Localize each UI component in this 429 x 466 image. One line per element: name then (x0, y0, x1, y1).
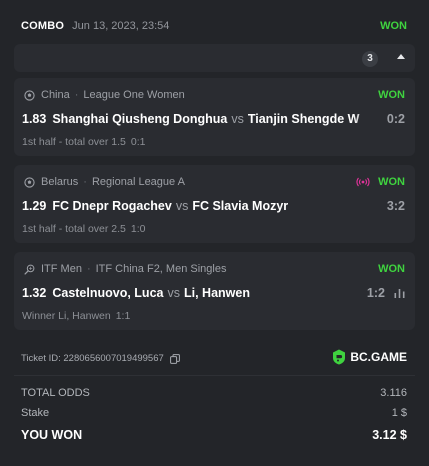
bet-market-name: Winner Li, Hanwen (22, 310, 111, 322)
bet-market-score: 1:0 (130, 223, 146, 235)
divider (14, 375, 415, 376)
payout-label: YOU WON (21, 428, 83, 442)
bet-market: 1st half - total over 2.5 1:0 (22, 223, 146, 235)
tennis-racket-icon (24, 264, 35, 275)
ticket-status-badge: WON (380, 20, 407, 32)
stake-label: Stake (21, 407, 50, 419)
bets-collapse-toggle[interactable]: 3 (14, 44, 415, 72)
ticket-id-suffix: 7 (158, 353, 164, 364)
bet-status-badge: WON (378, 176, 405, 188)
vs-label: vs (167, 286, 180, 300)
home-team: Castelnuovo, Luca (52, 286, 164, 300)
bet-league-header: Belarus · Regional League A WON (24, 175, 405, 189)
vs-label: vs (175, 199, 189, 213)
payout-row: YOU WON 3.12 $ (21, 428, 407, 442)
bet-odds: 1.32 (22, 286, 47, 300)
bet-sport: China (41, 89, 70, 101)
bet-item[interactable]: Belarus · Regional League A WON 1.29 FC … (14, 165, 415, 243)
bet-teams[interactable]: FC Dnepr Rogachev vs FC Slavia Mozyr (52, 199, 379, 213)
away-team: FC Slavia Mozyr (192, 199, 289, 213)
total-odds-row: TOTAL ODDS 3.116 (21, 387, 407, 399)
vs-label: vs (231, 112, 244, 126)
ticket-id-label: Ticket ID: 228065600701949956 (21, 353, 159, 364)
live-broadcast-icon (356, 177, 370, 187)
bet-league: League One Women (83, 89, 185, 101)
bet-event: 1.83 Shanghai Qiusheng Donghua vs Tianjin … (22, 110, 405, 128)
bet-sport: Belarus (41, 176, 79, 188)
total-odds-label: TOTAL ODDS (21, 387, 90, 399)
home-team: FC Dnepr Rogachev (52, 199, 172, 213)
bet-item[interactable]: ITF Men · ITF China F2, Men Singles WON … (14, 252, 415, 330)
ticket-header: COMBO Jun 13, 2023, 23:54 WON (21, 14, 407, 38)
stake-value: 1 $ (391, 407, 407, 419)
bc-game-logo-icon (333, 349, 346, 365)
payout-value: 3.12 $ (372, 428, 407, 442)
bet-date: Jun 13, 2023, 23:54 (72, 20, 170, 32)
bet-sport: ITF Men (41, 263, 82, 275)
bet-league-header: China · League One Women WON (24, 88, 405, 102)
soccer-ball-icon (24, 176, 35, 188)
bet-league-header: ITF Men · ITF China F2, Men Singles WON (24, 262, 405, 276)
stats-bars-icon[interactable] (394, 288, 405, 298)
bet-item[interactable]: China · League One Women WON 1.83 Shangh… (14, 78, 415, 156)
stake-row: Stake 1 $ (21, 407, 407, 419)
bet-score: 0:2 (386, 112, 405, 126)
brand-logo: BC.GAME (332, 349, 407, 365)
bet-type-label: COMBO (21, 20, 65, 32)
bet-score: 3:2 (386, 199, 405, 213)
soccer-ball-icon (24, 89, 35, 101)
ticket-id: Ticket ID: 228065600701949956 7 (21, 353, 180, 364)
bet-league: Regional League A (91, 176, 185, 188)
bet-teams[interactable]: Castelnuovo, Luca vs Li, Hanwen (52, 286, 359, 300)
brand-name: BC.GAME (350, 350, 407, 364)
away-team: Tianjin Shengde W (247, 112, 360, 126)
bet-status-badge: WON (378, 263, 405, 275)
bet-event: 1.29 FC Dnepr Rogachev vs FC Slavia Mozyr … (22, 197, 405, 215)
bet-market: 1st half - total over 1.5 0:1 (22, 136, 146, 148)
away-team: Li, Hanwen (183, 286, 250, 300)
bet-teams[interactable]: Shanghai Qiusheng Donghua vs Tianjin Sheng… (52, 112, 379, 126)
bet-market: Winner Li, Hanwen 1:1 (22, 310, 130, 322)
bet-market-name: 1st half - total over 1.5 (22, 136, 126, 148)
bet-status-badge: WON (378, 89, 405, 101)
chevron-up-icon[interactable] (397, 54, 405, 59)
bet-score: 1:2 (366, 286, 385, 300)
total-odds-value: 3.116 (380, 387, 407, 399)
bet-market-score: 1:1 (115, 310, 131, 322)
bets-count-badge: 3 (362, 51, 378, 67)
home-team: Shanghai Qiusheng Donghua (52, 112, 228, 126)
bet-market-score: 0:1 (130, 136, 146, 148)
bet-odds: 1.29 (22, 199, 47, 213)
bet-event: 1.32 Castelnuovo, Luca vs Li, Hanwen 1:2 (22, 284, 405, 302)
bet-odds: 1.83 (22, 112, 47, 126)
bet-ticket-card: COMBO Jun 13, 2023, 23:54 WON 3 China · … (0, 0, 429, 466)
bet-league: ITF China F2, Men Singles (95, 263, 227, 275)
copy-icon[interactable] (169, 353, 180, 364)
bet-market-name: 1st half - total over 2.5 (22, 223, 126, 235)
